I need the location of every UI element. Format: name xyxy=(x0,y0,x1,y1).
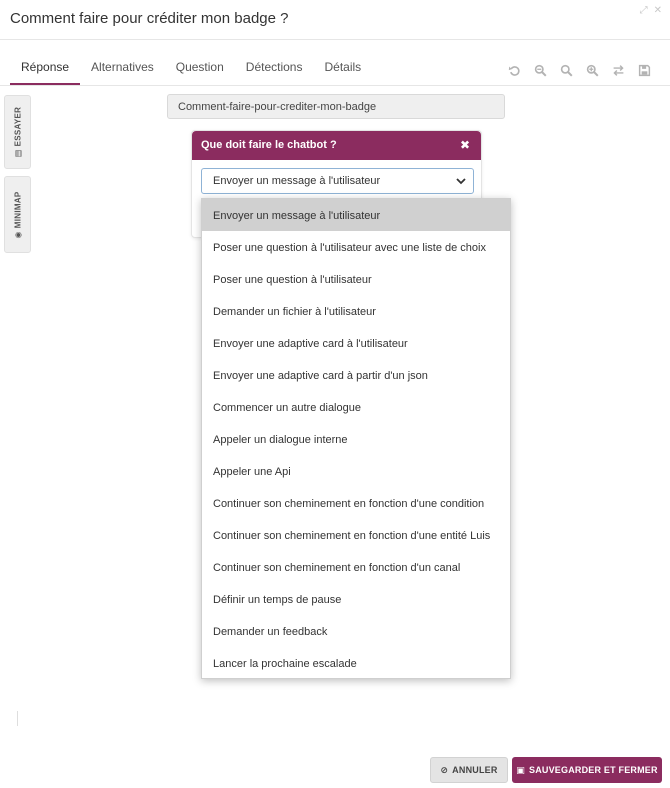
cancel-button-label: ANNULER xyxy=(452,765,498,775)
dropdown-option[interactable]: Poser une question à l'utilisateur xyxy=(202,263,510,295)
tab-alternatives[interactable]: Alternatives xyxy=(80,56,165,85)
node-name-field[interactable]: Comment-faire-pour-crediter-mon-badge xyxy=(167,94,505,119)
dropdown-option[interactable]: Demander un feedback xyxy=(202,615,510,647)
ban-icon: ⊘ xyxy=(440,764,449,775)
dropdown-option[interactable]: Poser une question à l'utilisateur avec … xyxy=(202,231,510,263)
floppy-icon: ▣ xyxy=(516,764,525,775)
dropdown-option[interactable]: Envoyer un message à l'utilisateur xyxy=(202,199,510,231)
save-icon[interactable] xyxy=(636,62,652,78)
dropdown-option[interactable]: Envoyer une adaptive card à partir d'un … xyxy=(202,359,510,391)
dropdown-option[interactable]: Lancer la prochaine escalade xyxy=(202,647,510,679)
zoom-out-icon[interactable] xyxy=(532,62,548,78)
side-tab-minimap-label: ◉MINIMAP xyxy=(13,190,22,239)
window-controls: ⤢ ✕ xyxy=(640,5,662,16)
chat-icon: ▤ xyxy=(13,149,22,158)
tab-details[interactable]: Détails xyxy=(313,56,372,85)
close-icon[interactable]: ✖ xyxy=(460,138,470,152)
save-and-close-button[interactable]: ▣ SAUVEGARDER ET FERMER xyxy=(512,757,662,783)
dropdown-option[interactable]: Appeler un dialogue interne xyxy=(202,423,510,455)
eye-icon: ◉ xyxy=(13,230,22,239)
expand-icon[interactable]: ⤢ xyxy=(640,5,648,16)
dropdown-option[interactable]: Commencer un autre dialogue xyxy=(202,391,510,423)
undo-icon[interactable] xyxy=(506,62,522,78)
tab-bar: Réponse Alternatives Question Détections… xyxy=(10,56,372,85)
chevron-down-icon xyxy=(456,178,466,185)
action-card-title: Que doit faire le chatbot ? xyxy=(201,139,337,151)
dropdown-option[interactable]: Envoyer une adaptive card à l'utilisateu… xyxy=(202,327,510,359)
dropdown-option[interactable]: Demander un fichier à l'utilisateur xyxy=(202,295,510,327)
dropdown-option[interactable]: Définir un temps de pause xyxy=(202,583,510,615)
side-tab-minimap[interactable]: ◉MINIMAP xyxy=(4,176,31,253)
dropdown-option[interactable]: Continuer son cheminement en fonction d'… xyxy=(202,519,510,551)
divider xyxy=(17,711,18,726)
tab-reponse[interactable]: Réponse xyxy=(10,56,81,85)
modal-header: Comment faire pour créditer mon badge ? … xyxy=(0,0,670,40)
side-tab-essayer[interactable]: ▤ESSAYER xyxy=(4,95,31,169)
dropdown-option[interactable]: Continuer son cheminement en fonction d'… xyxy=(202,487,510,519)
side-tab-essayer-label: ▤ESSAYER xyxy=(13,106,22,158)
tab-detections[interactable]: Détections xyxy=(235,56,314,85)
swap-icon[interactable] xyxy=(610,62,626,78)
action-type-select[interactable]: Envoyer un message à l'utilisateur xyxy=(201,168,474,194)
modal-title: Comment faire pour créditer mon badge ? xyxy=(10,10,289,27)
cancel-button[interactable]: ⊘ ANNULER xyxy=(430,757,508,783)
action-card-header: Que doit faire le chatbot ? ✖ xyxy=(192,131,481,160)
action-type-dropdown: Envoyer un message à l'utilisateur Poser… xyxy=(201,198,511,679)
save-button-label: SAUVEGARDER ET FERMER xyxy=(529,765,658,775)
close-icon[interactable]: ✕ xyxy=(654,5,662,16)
zoom-reset-icon[interactable] xyxy=(558,62,574,78)
tab-question[interactable]: Question xyxy=(165,56,235,85)
tab-divider xyxy=(0,85,670,86)
canvas-toolbar xyxy=(506,62,652,78)
dropdown-option[interactable]: Appeler une Api xyxy=(202,455,510,487)
action-type-value: Envoyer un message à l'utilisateur xyxy=(213,175,381,187)
dropdown-option[interactable]: Continuer son cheminement en fonction d'… xyxy=(202,551,510,583)
zoom-in-icon[interactable] xyxy=(584,62,600,78)
